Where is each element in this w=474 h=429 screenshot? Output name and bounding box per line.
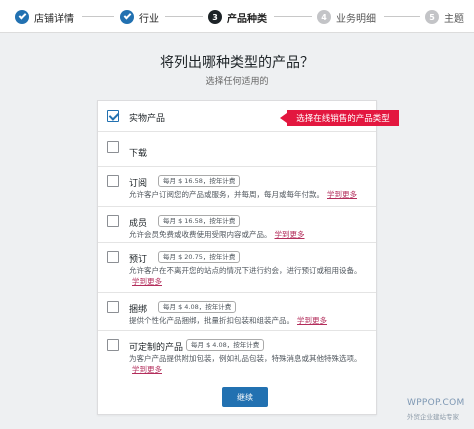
- page-subtitle: 选择任何适用的: [205, 77, 269, 87]
- option-description: 允许客户订阅您的产品或服务，并每周，每月或每年付款。 学到更多: [129, 190, 357, 199]
- learn-more-link[interactable]: 学到更多: [297, 316, 327, 325]
- price-badge: 每月 $ 4.08，按年计费: [158, 301, 237, 313]
- learn-more-link[interactable]: 学到更多: [132, 277, 162, 286]
- option-description: 提供个性化产品捆绑，批量折扣包装和组装产品。 学到更多: [129, 316, 327, 325]
- option-label: 下载: [129, 149, 148, 159]
- step-label: 业务明细: [336, 13, 376, 25]
- continue-button[interactable]: 继续: [222, 387, 268, 407]
- learn-more-link[interactable]: 学到更多: [132, 365, 162, 374]
- option-description: 允许客户在不离开您的站点的情况下进行约会，进行预订或租用设备。学到更多: [129, 266, 362, 286]
- option-description: 为客户产品提供附加包装，例如礼品包装，特殊消息或其他特殊选项。学到更多: [129, 354, 362, 374]
- step-label: 产品种类: [227, 13, 267, 25]
- option-label: 订阅: [129, 179, 148, 189]
- step-separator: [384, 16, 420, 17]
- setup-stepper: 店铺详情 行业 3 产品种类 4 业务明细 5 主题: [0, 0, 474, 33]
- check-icon: [120, 10, 134, 24]
- step-store-details[interactable]: 店铺详情: [15, 9, 74, 25]
- option-label: 预订: [129, 255, 148, 265]
- step-label: 行业: [139, 13, 159, 25]
- price-badge: 每月 $ 16.58，按年计费: [158, 175, 241, 187]
- physical-checkbox[interactable]: [107, 110, 119, 122]
- option-description: 允许会员免费或收费使用受限内容或产品。 学到更多: [129, 230, 305, 239]
- learn-more-link[interactable]: 学到更多: [327, 190, 357, 199]
- product-types-card: 实物产品 下载 订阅 每月 $ 16.58，按年计费 允许客户订阅您的产品或服务…: [97, 100, 377, 415]
- subscriptions-checkbox[interactable]: [107, 175, 119, 187]
- product-type-callout: 选择在线销售的产品类型: [280, 110, 399, 126]
- learn-more-link[interactable]: 学到更多: [275, 230, 305, 239]
- watermark-tagline: 外贸企业建站专家: [407, 413, 459, 421]
- option-bookings[interactable]: 预订 每月 $ 20.75，按年计费 允许客户在不离开您的站点的情况下进行约会，…: [98, 243, 376, 293]
- step-label: 店铺详情: [34, 13, 74, 25]
- option-label: 成员: [129, 219, 148, 229]
- bookings-checkbox[interactable]: [107, 251, 119, 263]
- downloads-checkbox[interactable]: [107, 141, 119, 153]
- option-downloads[interactable]: 下载: [98, 132, 376, 167]
- page-title: 将列出哪种类型的产品？: [160, 55, 314, 71]
- bundles-checkbox[interactable]: [107, 301, 119, 313]
- option-label: 捆绑: [129, 305, 148, 315]
- step-separator: [274, 16, 312, 17]
- step-separator: [165, 16, 203, 17]
- option-bundles[interactable]: 捆绑 每月 $ 4.08，按年计费 提供个性化产品捆绑，批量折扣包装和组装产品。…: [98, 293, 376, 331]
- step-number: 4: [317, 10, 331, 24]
- price-badge: 每月 $ 4.08，按年计费: [186, 339, 265, 351]
- step-industry[interactable]: 行业: [120, 9, 159, 25]
- memberships-checkbox[interactable]: [107, 215, 119, 227]
- step-label: 主题: [444, 13, 464, 25]
- step-separator: [82, 16, 114, 17]
- step-business-details[interactable]: 4 业务明细: [317, 9, 376, 25]
- customizable-checkbox[interactable]: [107, 339, 119, 351]
- watermark-logo: WPPOP.COM: [407, 398, 465, 408]
- step-number: 5: [425, 10, 439, 24]
- option-label: 可定制的产品: [129, 343, 184, 353]
- option-memberships[interactable]: 成员 每月 $ 16.58，按年计费 允许会员免费或收费使用受限内容或产品。 学到…: [98, 207, 376, 243]
- price-badge: 每月 $ 20.75，按年计费: [158, 251, 241, 263]
- option-subscriptions[interactable]: 订阅 每月 $ 16.58，按年计费 允许客户订阅您的产品或服务，并每周，每月或…: [98, 167, 376, 207]
- check-icon: [15, 10, 29, 24]
- price-badge: 每月 $ 16.58，按年计费: [158, 215, 241, 227]
- option-label: 实物产品: [129, 114, 166, 124]
- step-theme[interactable]: 5 主题: [425, 9, 464, 25]
- step-number: 3: [208, 10, 222, 24]
- option-customizable[interactable]: 可定制的产品 每月 $ 4.08，按年计费 为客户产品提供附加包装，例如礼品包装…: [98, 331, 376, 381]
- step-product-types[interactable]: 3 产品种类: [208, 9, 267, 25]
